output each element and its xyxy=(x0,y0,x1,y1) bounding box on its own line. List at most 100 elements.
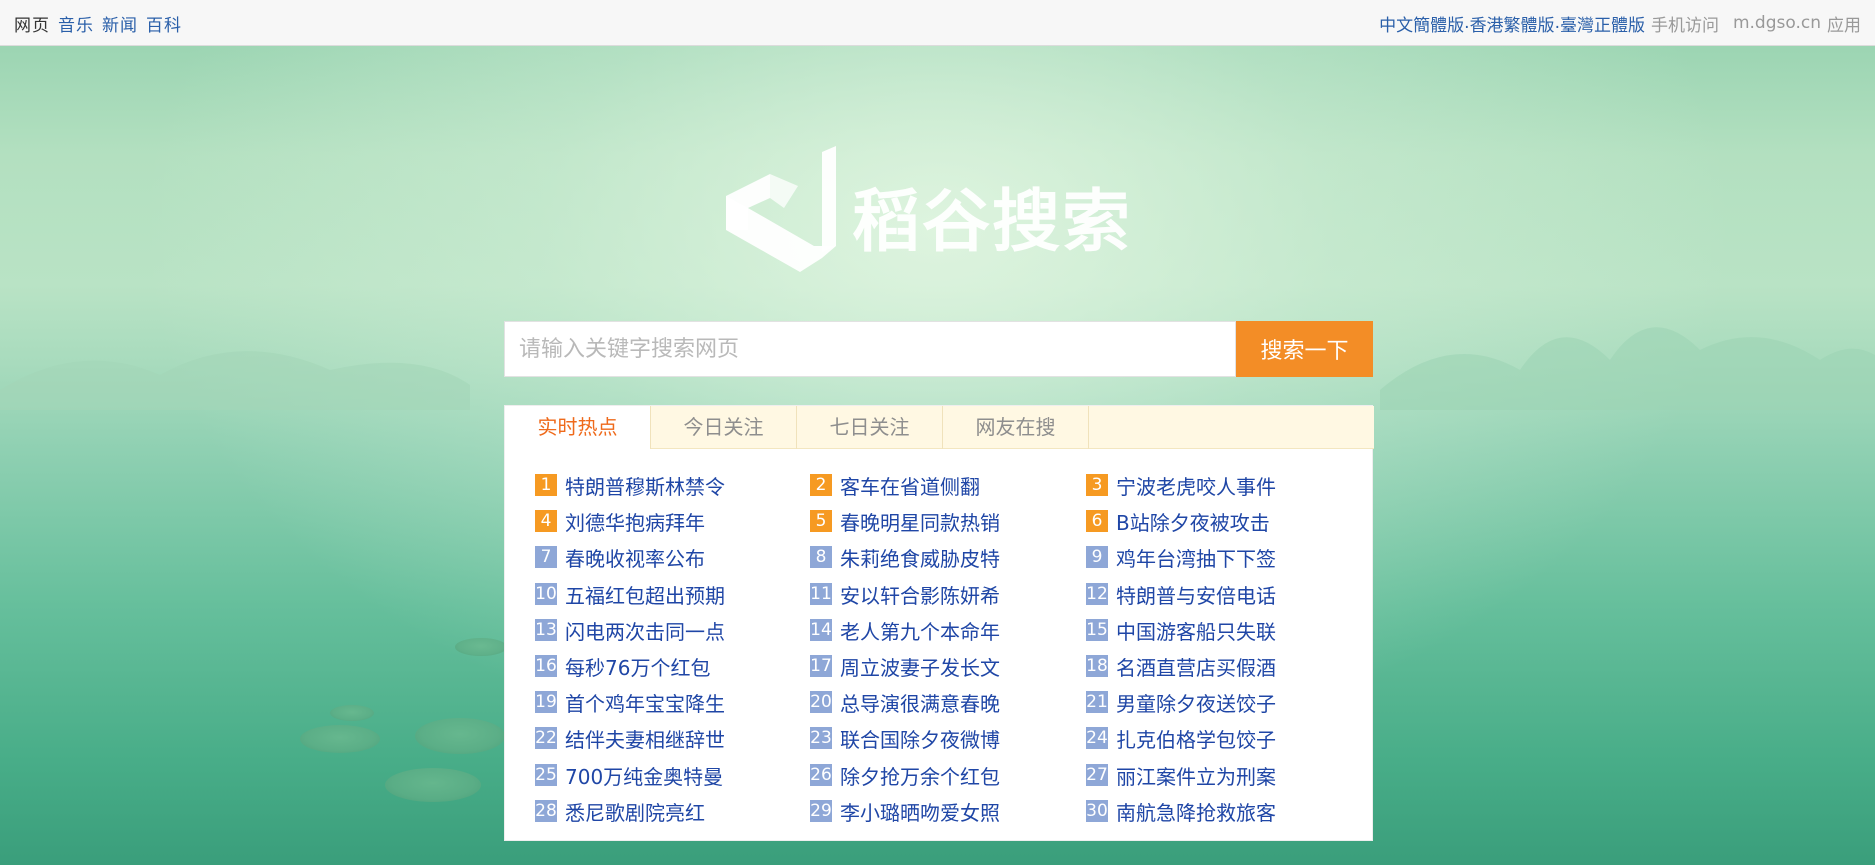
nav-item-encyclopedia[interactable]: 百科 xyxy=(146,11,182,36)
hot-item-title[interactable]: 700万纯金奥特曼 xyxy=(565,761,723,790)
search-button[interactable]: 搜索一下 xyxy=(1236,321,1373,377)
hot-list-item[interactable]: 1 特朗普穆斯林禁令 xyxy=(535,471,725,499)
hot-list-item[interactable]: 16 每秒76万个红包 xyxy=(535,652,710,680)
hot-item-title[interactable]: 丽江案件立为刑案 xyxy=(1116,761,1276,790)
rank-badge: 10 xyxy=(535,583,557,605)
nav-item-web[interactable]: 网页 xyxy=(14,11,50,36)
hot-list-item[interactable]: 7 春晚收视率公布 xyxy=(535,543,705,571)
hot-item-title[interactable]: 名酒直营店买假酒 xyxy=(1116,652,1276,681)
rank-badge: 18 xyxy=(1086,655,1108,677)
hot-item-title[interactable]: 扎克伯格学包饺子 xyxy=(1116,724,1276,753)
hot-item-title[interactable]: 客车在省道侧翻 xyxy=(840,471,980,500)
hot-item-title[interactable]: 春晚明星同款热销 xyxy=(840,507,1000,536)
rank-badge: 8 xyxy=(810,546,832,568)
hot-item-title[interactable]: 特朗普穆斯林禁令 xyxy=(565,471,725,500)
nav-item-news[interactable]: 新闻 xyxy=(102,11,138,36)
rank-badge: 4 xyxy=(535,510,557,532)
hot-list-item[interactable]: 14 老人第九个本命年 xyxy=(810,616,1000,644)
hot-item-title[interactable]: 除夕抢万余个红包 xyxy=(840,761,1000,790)
hot-item-title[interactable]: 安以轩合影陈妍希 xyxy=(840,580,1000,609)
hot-item-title[interactable]: 总导演很满意春晚 xyxy=(840,688,1000,717)
hot-list-item[interactable]: 6 B站除夕夜被攻击 xyxy=(1086,507,1270,535)
hot-list-item[interactable]: 8 朱莉绝食威胁皮特 xyxy=(810,543,1000,571)
rank-badge: 5 xyxy=(810,510,832,532)
hot-item-title[interactable]: 联合国除夕夜微博 xyxy=(840,724,1000,753)
top-right-links: 中文簡體版 . 香港繁體版 . 臺灣正體版 手机访问 m.dgso.cn 应用 xyxy=(1379,0,1861,46)
hot-list-item[interactable]: 26 除夕抢万余个红包 xyxy=(810,761,1000,789)
hot-item-title[interactable]: 李小璐晒吻爱女照 xyxy=(840,797,1000,826)
hot-list-item[interactable]: 11 安以轩合影陈妍希 xyxy=(810,580,1000,608)
hot-list-item[interactable]: 13 闪电两次击同一点 xyxy=(535,616,725,644)
hot-list-item[interactable]: 27 丽江案件立为刑案 xyxy=(1086,761,1276,789)
hot-item-title[interactable]: 悉尼歌剧院亮红 xyxy=(565,797,705,826)
hot-item-title[interactable]: 闪电两次击同一点 xyxy=(565,616,725,645)
hot-list-item[interactable]: 9 鸡年台湾抽下下签 xyxy=(1086,543,1276,571)
lang-link-taiwan[interactable]: 臺灣正體版 xyxy=(1560,11,1645,36)
nav-item-music[interactable]: 音乐 xyxy=(58,11,94,36)
hot-list-item[interactable]: 20 总导演很满意春晚 xyxy=(810,688,1000,716)
hot-list-item[interactable]: 29 李小璐晒吻爱女照 xyxy=(810,797,1000,825)
hot-item-title[interactable]: 朱莉绝食威胁皮特 xyxy=(840,543,1000,572)
mobile-access-link[interactable]: 手机访问 xyxy=(1651,11,1719,36)
hot-item-title[interactable]: 中国游客船只失联 xyxy=(1116,616,1276,645)
hot-item-title[interactable]: 老人第九个本命年 xyxy=(840,616,1000,645)
hot-list-item[interactable]: 10 五福红包超出预期 xyxy=(535,580,725,608)
rank-badge: 26 xyxy=(810,764,832,786)
hot-list-item[interactable]: 4 刘德华抱病拜年 xyxy=(535,507,705,535)
rank-badge: 30 xyxy=(1086,800,1108,822)
lang-link-simplified[interactable]: 中文簡體版 xyxy=(1379,11,1464,36)
hot-list-item[interactable]: 22 结伴夫妻相继辞世 xyxy=(535,724,725,752)
hot-item-title[interactable]: 宁波老虎咬人事件 xyxy=(1116,471,1276,500)
rank-badge: 13 xyxy=(535,619,557,641)
rank-badge: 28 xyxy=(535,800,557,822)
hot-list-item[interactable]: 3 宁波老虎咬人事件 xyxy=(1086,471,1276,499)
hot-list-item[interactable]: 12 特朗普与安倍电话 xyxy=(1086,580,1276,608)
hot-list-item[interactable]: 23 联合国除夕夜微博 xyxy=(810,724,1000,752)
hot-item-title[interactable]: 春晚收视率公布 xyxy=(565,543,705,572)
app-link[interactable]: 应用 xyxy=(1827,11,1861,36)
hot-list-item[interactable]: 25 700万纯金奥特曼 xyxy=(535,761,723,789)
hot-item-title[interactable]: 每秒76万个红包 xyxy=(565,652,710,681)
rank-badge: 17 xyxy=(810,655,832,677)
hot-item-title[interactable]: 周立波妻子发长文 xyxy=(840,652,1000,681)
lang-link-hongkong[interactable]: 香港繁體版 xyxy=(1470,11,1555,36)
hot-item-title[interactable]: 南航急降抢救旅客 xyxy=(1116,797,1276,826)
top-nav: 网页 音乐 新闻 百科 xyxy=(14,0,190,46)
rank-badge: 20 xyxy=(810,691,832,713)
hot-tabs: 实时热点 今日关注 七日关注 网友在搜 xyxy=(505,406,1374,449)
hot-item-title[interactable]: 鸡年台湾抽下下签 xyxy=(1116,543,1276,572)
hot-list-item[interactable]: 30 南航急降抢救旅客 xyxy=(1086,797,1276,825)
hot-list-item[interactable]: 2 客车在省道侧翻 xyxy=(810,471,980,499)
hot-list-item[interactable]: 5 春晚明星同款热销 xyxy=(810,507,1000,535)
rank-badge: 21 xyxy=(1086,691,1108,713)
tab-realtime-hot[interactable]: 实时热点 xyxy=(505,406,651,449)
rank-badge: 9 xyxy=(1086,546,1108,568)
lily-pad xyxy=(415,718,505,754)
hot-item-title[interactable]: 刘德华抱病拜年 xyxy=(565,507,705,536)
hot-list-item[interactable]: 17 周立波妻子发长文 xyxy=(810,652,1000,680)
rank-badge: 27 xyxy=(1086,764,1108,786)
hot-list-item[interactable]: 18 名酒直营店买假酒 xyxy=(1086,652,1276,680)
rank-badge: 2 xyxy=(810,474,832,496)
hot-item-title[interactable]: 首个鸡年宝宝降生 xyxy=(565,688,725,717)
tab-netizen-search[interactable]: 网友在搜 xyxy=(943,406,1089,449)
hot-item-title[interactable]: B站除夕夜被攻击 xyxy=(1116,507,1270,536)
tab-seven-days[interactable]: 七日关注 xyxy=(797,406,943,449)
mobile-url-link[interactable]: m.dgso.cn xyxy=(1733,13,1821,33)
hot-item-title[interactable]: 五福红包超出预期 xyxy=(565,580,725,609)
hot-list-item[interactable]: 19 首个鸡年宝宝降生 xyxy=(535,688,725,716)
tab-today[interactable]: 今日关注 xyxy=(651,406,797,449)
hot-list-item[interactable]: 28 悉尼歌剧院亮红 xyxy=(535,797,705,825)
lily-pad xyxy=(455,638,507,656)
rank-badge: 12 xyxy=(1086,583,1108,605)
rank-badge: 6 xyxy=(1086,510,1108,532)
hot-item-title[interactable]: 结伴夫妻相继辞世 xyxy=(565,724,725,753)
hot-list-item[interactable]: 24 扎克伯格学包饺子 xyxy=(1086,724,1276,752)
search-input[interactable] xyxy=(504,321,1236,377)
hot-item-title[interactable]: 特朗普与安倍电话 xyxy=(1116,580,1276,609)
lily-pad xyxy=(385,768,481,802)
rank-badge: 15 xyxy=(1086,619,1108,641)
hot-list-item[interactable]: 21 男童除夕夜送饺子 xyxy=(1086,688,1276,716)
hot-item-title[interactable]: 男童除夕夜送饺子 xyxy=(1116,688,1276,717)
hot-list-item[interactable]: 15 中国游客船只失联 xyxy=(1086,616,1276,644)
